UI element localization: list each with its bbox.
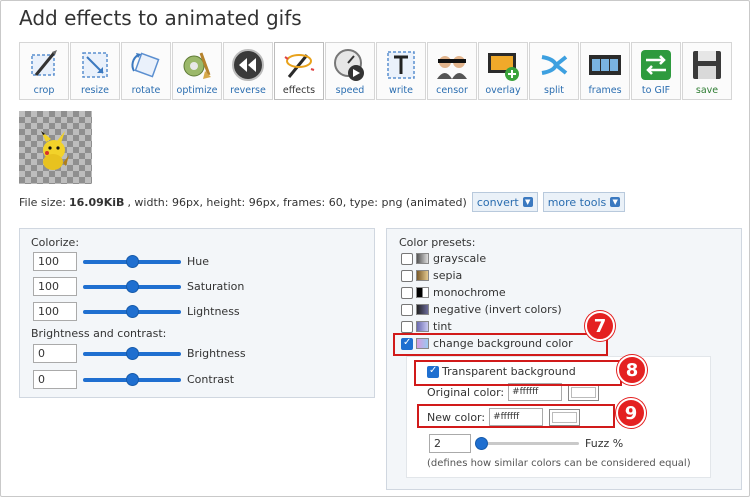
preset-tint[interactable]: tint xyxy=(401,320,452,333)
monochrome-preview-icon xyxy=(416,287,429,298)
brightness-input[interactable] xyxy=(33,344,77,363)
fuzz-input[interactable] xyxy=(429,434,471,453)
saturation-row: Saturation xyxy=(33,277,244,296)
highlight-box-new-color xyxy=(417,404,615,428)
rotate-icon xyxy=(131,52,160,78)
callout-9: 9 xyxy=(616,398,646,428)
highlight-box-transparent xyxy=(414,360,622,386)
tool-split[interactable]: split xyxy=(529,42,579,100)
fuzz-note: (defines how similar colors can be consi… xyxy=(427,458,691,469)
split-icon xyxy=(541,55,568,75)
speed-icon xyxy=(334,49,364,81)
lightness-row: Lightness xyxy=(33,302,240,321)
presets-title: Color presets: xyxy=(399,236,476,249)
toolbar: crop resize rotate optimize reverse effe… xyxy=(19,42,733,100)
colorize-panel: Colorize: Hue Saturation Lightness Brigh… xyxy=(19,228,375,398)
tool-to-gif[interactable]: to GIF xyxy=(631,42,681,100)
preset-grayscale[interactable]: grayscale xyxy=(401,252,486,265)
tool-save[interactable]: save xyxy=(682,42,732,100)
callout-8: 8 xyxy=(617,355,647,385)
page-title: Add effects to animated gifs xyxy=(19,6,302,30)
fuzz-row: Fuzz % xyxy=(429,434,623,453)
lightness-input[interactable] xyxy=(33,302,77,321)
callout-7: 7 xyxy=(585,311,615,341)
file-details: , width: 96px, height: 96px, frames: 60,… xyxy=(127,195,467,209)
crop-icon xyxy=(31,50,57,76)
dropdown-icon: ▼ xyxy=(610,197,621,207)
tint-checkbox[interactable] xyxy=(401,320,413,333)
highlight-box-change-background xyxy=(393,333,608,356)
brightness-row: Brightness xyxy=(33,344,246,363)
tool-optimize[interactable]: optimize xyxy=(172,42,222,100)
fuzz-slider[interactable] xyxy=(475,436,579,452)
tool-effects[interactable]: effects xyxy=(274,42,324,100)
monochrome-checkbox[interactable] xyxy=(401,286,413,299)
save-icon xyxy=(693,51,721,79)
colorize-title: Colorize: xyxy=(31,236,80,249)
contrast-input[interactable] xyxy=(33,370,77,389)
censor-icon xyxy=(437,56,467,79)
dropdown-icon: ▼ xyxy=(522,197,533,207)
write-icon xyxy=(387,51,415,79)
tool-frames[interactable]: frames xyxy=(580,42,630,100)
file-size: 16.09KiB xyxy=(68,195,125,209)
preset-sepia[interactable]: sepia xyxy=(401,269,462,282)
convert-button[interactable]: convert ▼ xyxy=(471,192,538,212)
saturation-input[interactable] xyxy=(33,277,77,296)
brightness-slider[interactable] xyxy=(83,346,181,362)
tool-speed[interactable]: speed xyxy=(325,42,375,100)
preset-negative[interactable]: negative (invert colors) xyxy=(401,303,562,316)
resize-icon xyxy=(82,52,108,78)
overlay-icon xyxy=(488,53,519,81)
negative-preview-icon xyxy=(416,304,429,315)
contrast-slider[interactable] xyxy=(83,372,181,388)
brightness-title: Brightness and contrast: xyxy=(31,327,167,340)
effects-icon xyxy=(284,50,315,78)
more-tools-button[interactable]: more tools ▼ xyxy=(542,192,626,212)
tool-crop[interactable]: crop xyxy=(19,42,69,100)
original-color-swatch[interactable] xyxy=(568,383,600,401)
saturation-slider[interactable] xyxy=(83,279,181,295)
tool-overlay[interactable]: overlay xyxy=(478,42,528,100)
negative-checkbox[interactable] xyxy=(401,303,413,316)
file-info: File size: 16.09KiB , width: 96px, heigh… xyxy=(19,192,626,212)
to-gif-icon xyxy=(641,50,671,80)
hue-slider[interactable] xyxy=(83,254,181,270)
tint-preview-icon xyxy=(416,321,429,332)
preset-monochrome[interactable]: monochrome xyxy=(401,286,506,299)
reverse-icon xyxy=(232,49,264,81)
grayscale-checkbox[interactable] xyxy=(401,252,413,265)
hue-input[interactable] xyxy=(33,252,77,271)
pikachu-image xyxy=(41,131,69,170)
tool-write[interactable]: write xyxy=(376,42,426,100)
contrast-row: Contrast xyxy=(33,370,234,389)
tool-reverse[interactable]: reverse xyxy=(223,42,273,100)
optimize-icon xyxy=(183,52,211,79)
hue-row: Hue xyxy=(33,252,209,271)
tool-rotate[interactable]: rotate xyxy=(121,42,171,100)
tool-resize[interactable]: resize xyxy=(70,42,120,100)
lightness-slider[interactable] xyxy=(83,304,181,320)
sepia-checkbox[interactable] xyxy=(401,269,413,282)
tool-censor[interactable]: censor xyxy=(427,42,477,100)
grayscale-preview-icon xyxy=(416,253,429,264)
sepia-preview-icon xyxy=(416,270,429,281)
gif-preview xyxy=(19,111,92,184)
frames-icon xyxy=(589,55,621,75)
